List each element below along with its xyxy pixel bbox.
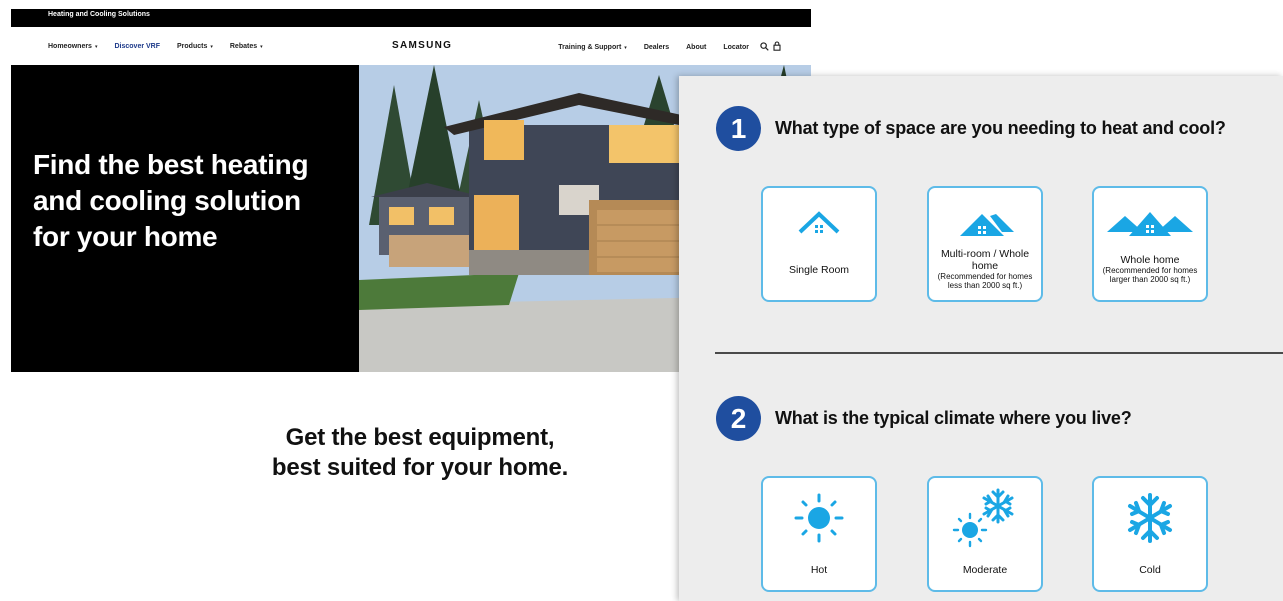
search-icon[interactable] [760, 41, 769, 53]
question-1-number-badge: 1 [716, 106, 761, 151]
option-label: Multi-room / Whole home [940, 248, 1030, 272]
option-label: Hot [810, 564, 828, 576]
tagline: Get the best equipment, best suited for … [226, 423, 614, 483]
question-1: 1 What type of space are you needing to … [716, 106, 1226, 151]
nav-products[interactable]: Products ▾ [177, 43, 213, 50]
option-single-room[interactable]: Single Room [761, 186, 877, 302]
option-whole-home[interactable]: Whole home (Recommended for homes larger… [1092, 186, 1208, 302]
hero-text-panel: Find the best heating and cooling soluti… [11, 65, 359, 372]
question-2: 2 What is the typical climate where you … [716, 396, 1132, 441]
lock-icon[interactable] [773, 41, 781, 53]
main-nav: Homeowners ▾ Discover VRF Products ▾ Rebat… [11, 27, 811, 65]
sun-icon [763, 492, 875, 544]
multi-room-house-icon [929, 210, 1041, 236]
option-label-group: Whole home (Recommended for homes larger… [1098, 254, 1202, 284]
single-room-house-icon [763, 210, 875, 236]
whole-home-house-icon [1094, 210, 1206, 236]
tagline-line-2: best suited for your home. [271, 454, 569, 481]
option-label: Whole home [1120, 254, 1180, 266]
tagline-line-1: Get the best equipment, [285, 424, 555, 451]
option-multi-room[interactable]: Multi-room / Whole home (Recommended for… [927, 186, 1043, 302]
option-label: Single Room [788, 264, 850, 276]
question-2-text: What is the typical climate where you li… [775, 408, 1132, 428]
nav-discover-vrf[interactable]: Discover VRF [114, 43, 160, 50]
sun-snowflake-icon [929, 486, 1041, 548]
option-sublabel: (Recommended for homes larger than 2000 … [1102, 266, 1198, 284]
option-label-group: Multi-room / Whole home (Recommended for… [933, 248, 1037, 290]
quiz-panel: 1 What type of space are you needing to … [679, 76, 1283, 601]
option-hot[interactable]: Hot [761, 476, 877, 592]
section-divider [715, 352, 1283, 354]
option-cold[interactable]: Cold [1092, 476, 1208, 592]
option-label: Cold [1139, 564, 1161, 576]
nav-locator[interactable]: Locator [723, 44, 749, 51]
top-bar: Heating and Cooling Solutions [11, 9, 811, 27]
question-1-text: What type of space are you needing to he… [775, 118, 1226, 138]
option-sublabel: (Recommended for homes less than 2000 sq… [937, 272, 1033, 290]
nav-about[interactable]: About [686, 44, 706, 51]
option-moderate[interactable]: Moderate [927, 476, 1043, 592]
brand-logo[interactable]: SAMSUNG [392, 40, 452, 51]
question-2-number-badge: 2 [716, 396, 761, 441]
hero-title: Find the best heating and cooling soluti… [33, 149, 309, 252]
site-section-title[interactable]: Heating and Cooling Solutions [48, 11, 150, 18]
nav-homeowners[interactable]: Homeowners ▾ [48, 43, 97, 50]
nav-rebates[interactable]: Rebates ▾ [230, 43, 263, 50]
snowflake-icon [1094, 492, 1206, 544]
nav-dealers[interactable]: Dealers [644, 44, 669, 51]
nav-training-support[interactable]: Training & Support ▾ [558, 44, 627, 51]
option-label: Moderate [962, 564, 1008, 576]
